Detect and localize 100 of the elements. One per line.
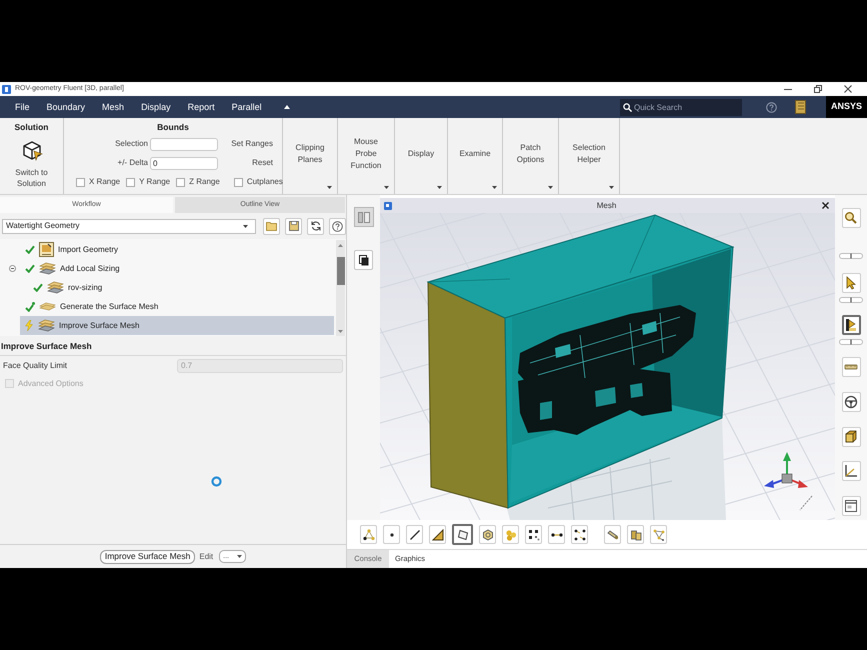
checkbox[interactable] — [126, 178, 136, 186]
copy-button[interactable] — [354, 250, 373, 270]
minimize-icon — [784, 88, 792, 90]
zoom-icon — [844, 211, 858, 225]
field-label: +/- Delta — [116, 157, 149, 169]
panel-toggle-button[interactable] — [354, 207, 374, 227]
slider-handle-icon — [839, 253, 863, 259]
line-icon — [408, 528, 420, 540]
save-button[interactable] — [285, 218, 302, 234]
help-button[interactable] — [765, 100, 778, 114]
ribbon-dropdown-button[interactable]: Mouse Probe Function — [338, 118, 395, 194]
logo: ANSYS — [826, 96, 867, 118]
layers-icon — [47, 281, 64, 294]
ribbon-dropdown-button[interactable]: Patch Options — [503, 118, 559, 194]
menu-item[interactable]: Boundary — [46, 101, 86, 113]
field-label: Face Quality Limit — [2, 360, 68, 372]
collapse-button[interactable] — [9, 265, 16, 272]
checkbox-label: Y Range — [139, 177, 170, 187]
close-icon — [844, 85, 852, 93]
caret-down-icon — [492, 186, 497, 189]
menu-item[interactable]: File — [15, 101, 30, 113]
sheet-icon — [39, 302, 56, 311]
ribbon-dropdown-button[interactable]: Display — [395, 118, 448, 194]
toolbar-button[interactable] — [452, 524, 473, 545]
ribbon-dropdown-button[interactable]: Selection Helper — [559, 118, 620, 194]
notebook-button[interactable] — [795, 100, 806, 114]
tree-item[interactable]: Import Geometry — [20, 240, 334, 259]
cube-cursor-icon — [20, 139, 42, 161]
image-icon — [39, 242, 54, 257]
scrollbar-thumb[interactable] — [336, 257, 344, 285]
checkbox[interactable] — [76, 178, 85, 186]
app-icon — [384, 202, 392, 210]
toolbar-button[interactable] — [842, 315, 860, 335]
menu-item[interactable]: Display — [141, 101, 171, 113]
hexagon-icon — [482, 528, 494, 540]
ribbon-dropdown-button[interactable]: Examine — [448, 118, 503, 194]
slider-handle-icon — [839, 297, 863, 303]
group-title: Solution — [14, 122, 48, 133]
stacked-blocks-icon — [630, 528, 642, 540]
run-task-button[interactable]: Improve Surface Mesh — [100, 550, 196, 564]
search-icon — [623, 102, 632, 112]
menu-item[interactable]: Parallel — [232, 101, 262, 113]
minus-icon — [11, 267, 14, 270]
layers-icon — [38, 319, 55, 332]
scrollbar[interactable] — [336, 240, 345, 336]
help-icon — [332, 220, 343, 232]
switch-to-solution-button[interactable]: Switch to Solution — [8, 139, 56, 189]
window-icon — [844, 499, 858, 513]
folder-icon — [266, 221, 277, 231]
ribbon-button[interactable]: Reset — [252, 158, 273, 168]
ribbon-dropdown-button[interactable]: Clipping Planes — [283, 118, 338, 194]
axes-triad-icon — [764, 452, 812, 510]
nodes-icon — [362, 528, 374, 540]
tree-item[interactable]: Improve Surface Mesh — [20, 316, 334, 335]
caret-up-icon — [338, 244, 343, 247]
graphics-title: Mesh — [596, 200, 618, 212]
checkbox-label: Advanced Options — [18, 378, 84, 388]
layers-icon — [39, 262, 56, 275]
cylinder-icon — [606, 528, 618, 540]
checkbox[interactable] — [176, 178, 186, 186]
caret-down-icon — [327, 186, 332, 189]
network-icon — [652, 528, 664, 540]
caret-down-icon — [237, 555, 242, 558]
task-title: Improve Surface Mesh — [1, 340, 92, 353]
edit-button[interactable]: Edit — [199, 550, 214, 562]
axes-icon — [844, 464, 858, 478]
restore-icon — [814, 85, 822, 93]
help-icon — [766, 102, 777, 112]
spheres-icon — [504, 528, 516, 540]
text-field[interactable]: 0 — [150, 156, 218, 170]
caret-up-icon — [284, 105, 290, 109]
tree-item[interactable]: rov-sizing — [28, 278, 334, 297]
menu-item[interactable]: Mesh — [102, 101, 124, 113]
refresh-button[interactable] — [307, 218, 324, 234]
loading-spinner-icon — [211, 476, 222, 487]
notebook-icon — [795, 100, 806, 114]
caret-down-icon — [548, 186, 553, 189]
close-icon — [822, 202, 829, 209]
cube-icon — [844, 430, 858, 444]
copy-icon — [358, 254, 368, 266]
pointer-icon — [844, 276, 858, 290]
ribbon-button[interactable]: Set Ranges — [231, 139, 273, 149]
caret-down-icon — [384, 186, 389, 189]
text-field[interactable] — [150, 138, 218, 150]
save-icon — [288, 221, 298, 231]
caret-down-icon — [338, 330, 343, 333]
help-button[interactable] — [329, 218, 346, 234]
tree-item[interactable]: Add Local Sizing — [20, 259, 334, 278]
open-button[interactable] — [263, 218, 280, 234]
triangle-icon — [432, 528, 444, 540]
search-field[interactable]: Quick Search — [620, 98, 742, 116]
tree-item[interactable]: Generate the Surface Mesh — [20, 297, 334, 316]
close-button[interactable] — [821, 201, 830, 210]
steering-wheel-icon — [844, 395, 858, 409]
checkbox-label: Z Range — [189, 177, 220, 187]
workflow-dropdown[interactable]: Watertight Geometry — [2, 218, 256, 234]
caret-down-icon — [437, 186, 442, 189]
refresh-icon — [310, 221, 320, 231]
checkbox[interactable] — [234, 178, 243, 186]
menu-item[interactable]: Report — [188, 101, 215, 113]
